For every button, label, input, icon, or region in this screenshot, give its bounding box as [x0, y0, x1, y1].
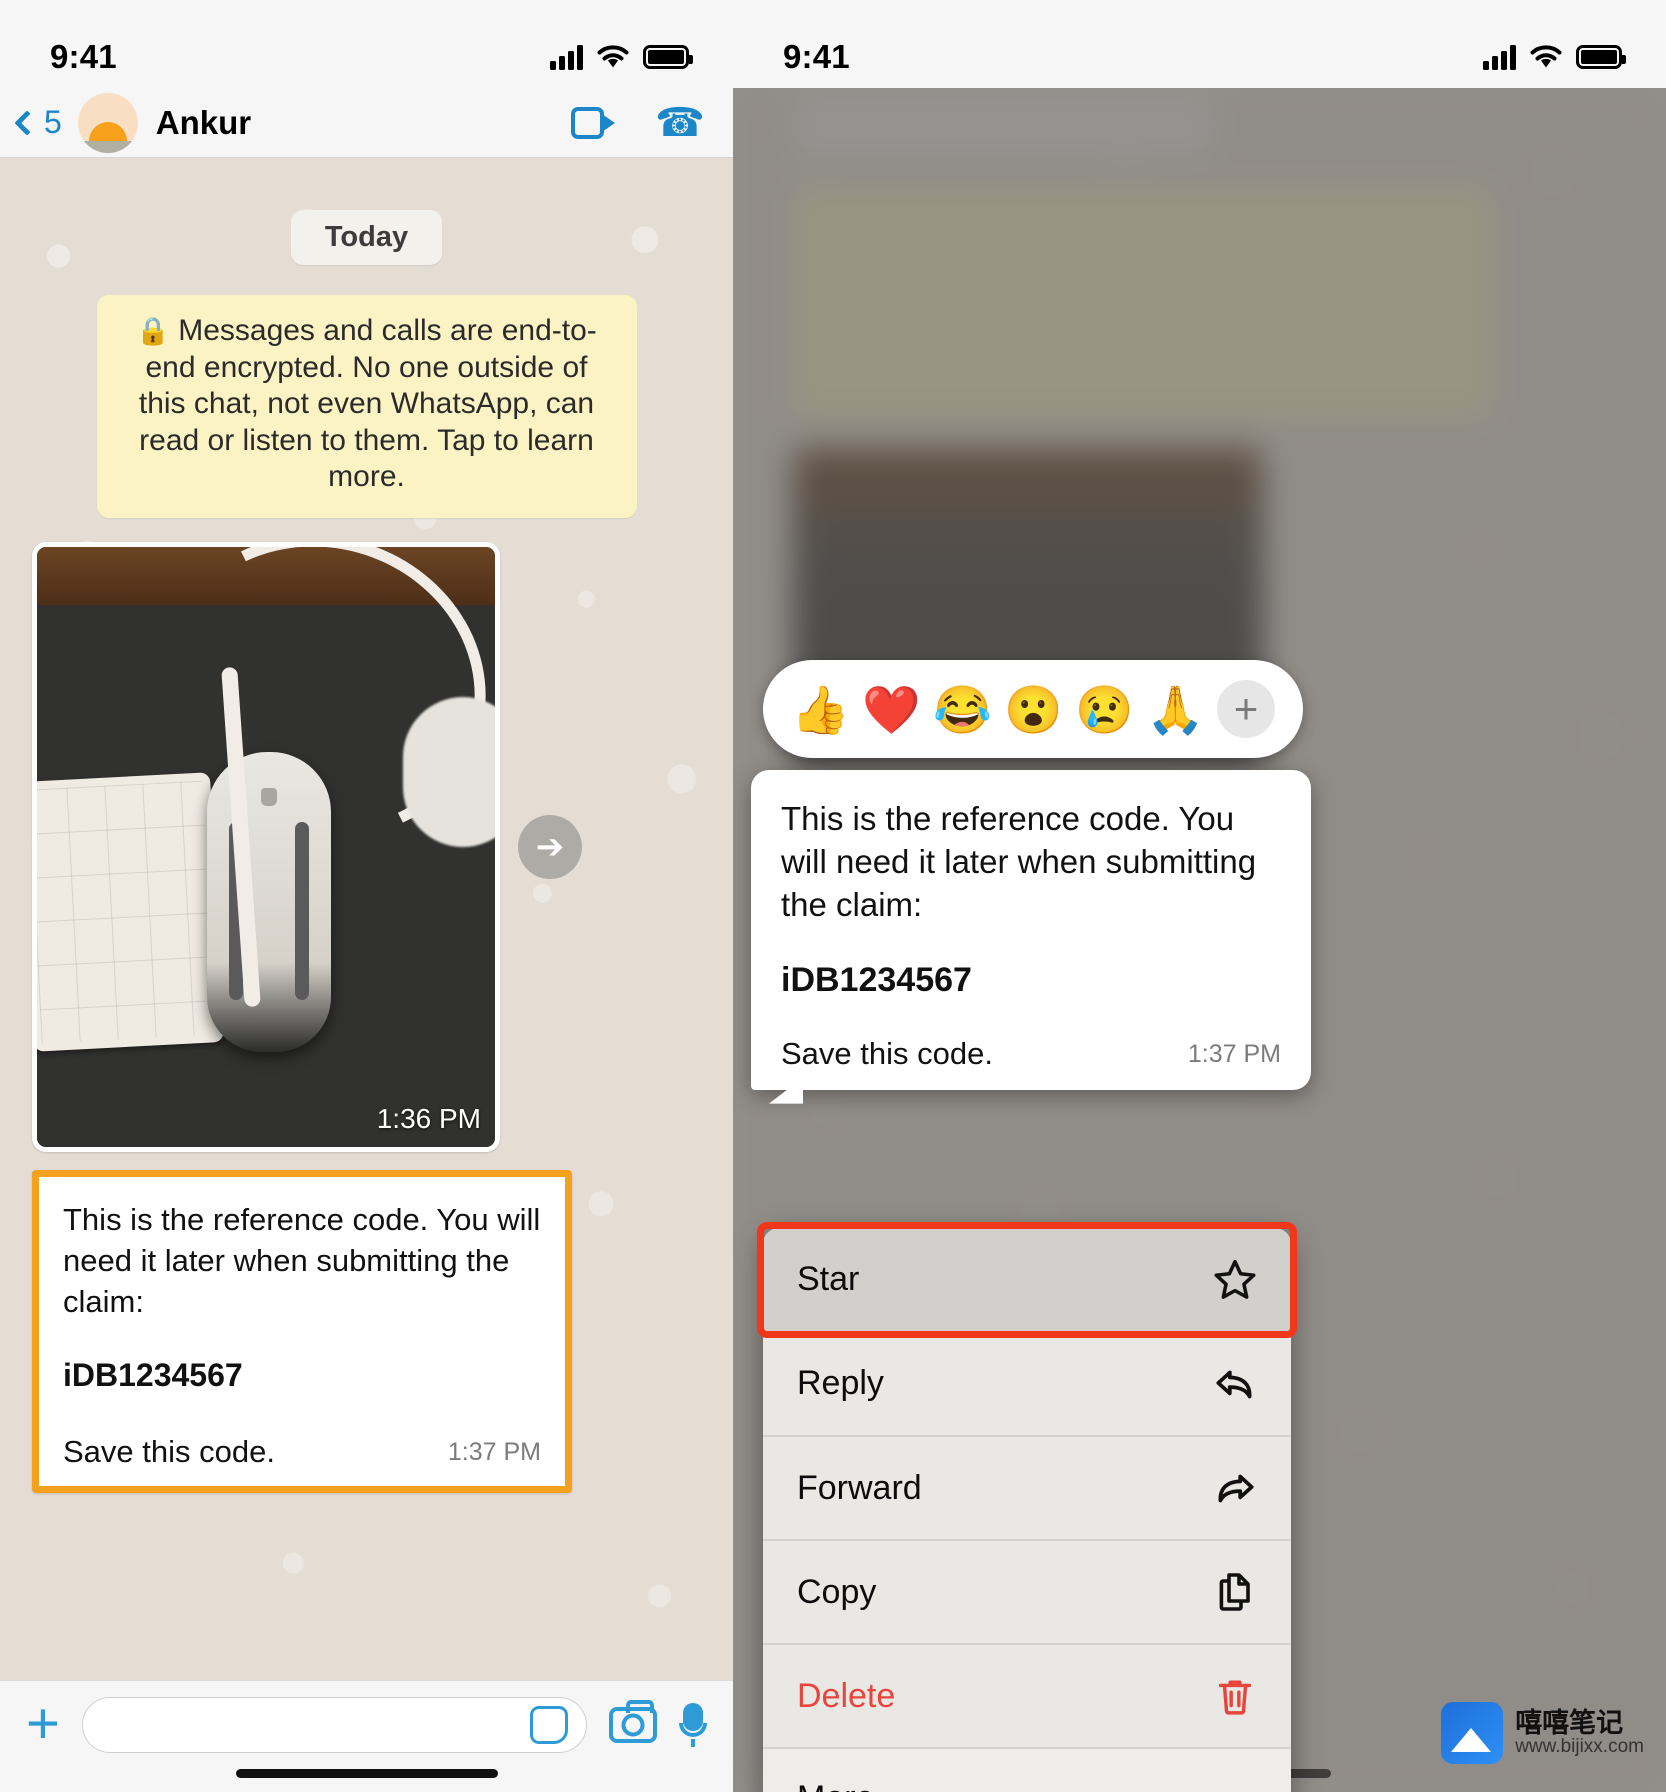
avatar-sun-shape [88, 121, 127, 141]
context-menu-label-more: More... [797, 1779, 1209, 1792]
context-menu-label-delete: Delete [797, 1676, 896, 1715]
message-input-field[interactable] [81, 1696, 587, 1753]
photo-message-time: 1:36 PM [376, 1102, 481, 1134]
back-button[interactable]: 5 [14, 104, 62, 141]
forward-arrow-icon [1209, 1462, 1261, 1514]
watermark-logo-icon [1441, 1702, 1504, 1764]
day-divider-label: Today [290, 210, 443, 265]
focused-message-bubble[interactable]: This is the reference code. You will nee… [751, 770, 1311, 1104]
day-divider: Today [16, 158, 717, 265]
context-menu-label-copy: Copy [797, 1572, 877, 1611]
reaction-cry-icon[interactable]: 😢 [1075, 686, 1134, 733]
lock-icon: 🔒 [136, 316, 170, 346]
microphone-icon[interactable] [679, 1702, 707, 1747]
screenshot-root: 9:41 5 Ankur ☎ Today 🔒 Messages and call… [0, 0, 1666, 1792]
context-menu-label-star: Star [797, 1260, 860, 1298]
forward-arrow-icon[interactable]: ➔ [518, 814, 582, 879]
reference-code-outro: Save this code. [63, 1433, 275, 1469]
status-bar-left: 9:41 [0, 0, 733, 88]
photo-message-bubble[interactable]: 1:36 PM [32, 541, 500, 1152]
watermark: 嘻嘻笔记 www.bijixx.com [1441, 1702, 1644, 1764]
unread-count-badge: 5 [44, 104, 62, 140]
voice-call-icon[interactable]: ☎ [655, 101, 705, 145]
reaction-thumbs-up-icon[interactable]: 👍 [791, 686, 850, 733]
reaction-heart-icon[interactable]: ❤️ [862, 686, 921, 733]
chat-header: 5 Ankur ☎ [0, 88, 733, 158]
more-spacer [1209, 1773, 1261, 1792]
star-icon [1209, 1254, 1261, 1306]
video-call-icon[interactable] [571, 106, 616, 139]
camera-icon[interactable] [609, 1699, 657, 1743]
context-menu-item-delete[interactable]: Delete [763, 1644, 1291, 1748]
wifi-icon [597, 45, 629, 68]
add-reaction-button[interactable]: + [1217, 680, 1275, 738]
text-message-row[interactable]: This is the reference code. You will nee… [16, 1169, 717, 1493]
watermark-name: 嘻嘻笔记 [1515, 1707, 1624, 1738]
trash-icon [1209, 1670, 1261, 1722]
context-menu-item-more[interactable]: More... [763, 1748, 1291, 1792]
avatar[interactable] [77, 92, 138, 153]
reference-code-value: iDB1234567 [63, 1356, 243, 1393]
context-menu-item-star[interactable]: Star [763, 1228, 1291, 1332]
status-time: 9:41 [50, 38, 117, 75]
battery-icon [643, 45, 693, 69]
reaction-bar[interactable]: 👍 ❤️ 😂 😮 😢 🙏 + [763, 660, 1303, 758]
avatar-ground-shape [77, 140, 138, 153]
chat-scroll-area[interactable]: Today 🔒 Messages and calls are end-to-en… [0, 158, 733, 1792]
watermark-url: www.bijixx.com [1515, 1736, 1644, 1758]
focused-message-outro: Save this code. [781, 1035, 993, 1071]
plus-icon[interactable]: + [26, 1695, 60, 1752]
home-indicator [235, 1769, 498, 1778]
copy-icon [1209, 1566, 1261, 1618]
context-menu-item-forward[interactable]: Forward [763, 1436, 1291, 1540]
encryption-notice[interactable]: 🔒 Messages and calls are end-to-end encr… [96, 295, 637, 518]
reference-code-intro: This is the reference code. You will nee… [63, 1201, 541, 1320]
photo-message-row[interactable]: 1:36 PM ➔ [16, 541, 717, 1152]
reaction-joy-icon[interactable]: 😂 [933, 686, 992, 733]
context-menu-item-copy[interactable]: Copy [763, 1540, 1291, 1644]
message-action-overlay: 👍 ❤️ 😂 😮 😢 🙏 + This is the reference cod… [733, 0, 1666, 1792]
focused-message-footer: Save this code. 1:37 PM [781, 1036, 1281, 1072]
chat-message-list[interactable]: Today 🔒 Messages and calls are end-to-en… [0, 158, 733, 1792]
encryption-notice-text: Messages and calls are end-to-end encryp… [138, 314, 597, 494]
focused-message-code: iDB1234567 [781, 960, 972, 999]
message-timestamp: 1:37 PM [447, 1437, 541, 1466]
sticker-icon[interactable] [530, 1705, 568, 1744]
chevron-left-icon [14, 109, 40, 136]
focused-message-timestamp: 1:37 PM [1187, 1039, 1281, 1068]
reference-code-footer: Save this code. 1:37 PM [63, 1434, 541, 1470]
reaction-surprised-icon[interactable]: 😮 [1004, 686, 1063, 733]
context-menu-label-reply: Reply [797, 1364, 884, 1402]
photo-magic-mouse [207, 751, 331, 1052]
contact-name[interactable]: Ankur [156, 104, 251, 142]
reply-arrow-icon [1209, 1358, 1261, 1410]
reaction-pray-icon[interactable]: 🙏 [1146, 686, 1205, 733]
right-phone-screen: 9:41 👍 ❤️ 😂 😮 😢 🙏 + This is the referenc… [733, 0, 1666, 1792]
header-actions: ☎ [571, 101, 705, 145]
cellular-signal-icon [550, 44, 583, 70]
photo-keyboard [37, 772, 224, 1052]
context-menu-item-reply[interactable]: Reply [763, 1332, 1291, 1436]
bubble-tail [769, 1077, 803, 1104]
watermark-text: 嘻嘻笔记 www.bijixx.com [1515, 1709, 1644, 1757]
context-menu[interactable]: Star Reply Forward Copy Delete [763, 1228, 1291, 1792]
reference-code-bubble[interactable]: This is the reference code. You will nee… [32, 1169, 572, 1493]
left-phone-screen: 9:41 5 Ankur ☎ Today 🔒 Messages and call… [0, 0, 733, 1792]
context-menu-label-forward: Forward [797, 1468, 922, 1507]
photo-second-mouse [403, 696, 495, 847]
focused-message-intro: This is the reference code. You will nee… [781, 800, 1257, 923]
status-indicators [550, 44, 693, 70]
